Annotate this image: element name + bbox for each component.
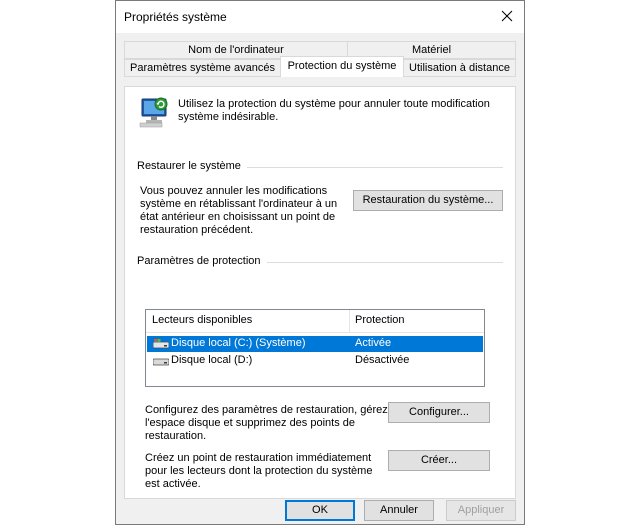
restore-description-line: restauration précédent. [140,224,254,236]
configure-description-line: restauration. [145,430,207,442]
tab-advanced-system-settings[interactable]: Paramètres système avancés [124,59,281,77]
restore-description: Vous pouvez annuler les modifications sy… [140,185,337,237]
configure-description-line: Configurez des paramètres de restauratio… [145,404,388,416]
configure-button[interactable]: Configurer... [388,402,490,423]
configure-description: Configurez des paramètres de restauratio… [145,404,388,443]
tab-label: Matériel [411,44,452,56]
system-drive-icon [153,339,169,349]
close-button[interactable] [494,4,520,28]
drive-name: Disque local (D:) [171,354,253,366]
restore-description-line: système en rétablissant l'ordinateur à u… [140,198,338,210]
window-title: Propriétés système [124,10,227,24]
system-restore-button[interactable]: Restauration du système... [353,190,503,211]
drives-listview[interactable]: Lecteurs disponibles Protection Disque l… [145,309,485,387]
system-properties-dialog: Propriétés système Nom de l'ordinateur M… [115,0,525,525]
column-header-protection[interactable]: Protection [355,314,405,326]
drive-protection-status: Activée [355,337,392,349]
tab-label: Paramètres système avancés [130,62,275,74]
configure-description-line: l'espace disque et supprimez des points … [145,417,356,429]
protection-group-label: Paramètres de protection [137,255,267,267]
drive-row-c[interactable]: Disque local (C:) (Système) Activée [147,336,483,352]
restore-description-line: état antérieur en choisissant un point d… [140,211,336,223]
restore-description-line: Vous pouvez annuler les modifications [140,185,328,197]
create-description-line: pour les lecteurs dont la protection du … [145,465,373,477]
cancel-button[interactable]: Annuler [364,500,434,521]
ok-button[interactable]: OK [285,500,355,521]
tab-label: Utilisation à distance [409,62,510,74]
tab-system-protection[interactable]: Protection du système [280,56,404,77]
drive-name: Disque local (C:) (Système) [171,337,306,349]
create-description-line: Créez un point de restauration immédiate… [145,452,372,464]
create-description: Créez un point de restauration immédiate… [145,452,372,491]
listview-header: Lecteurs disponibles Protection [146,310,484,333]
tab-label: Nom de l'ordinateur [188,44,284,56]
column-header-drives[interactable]: Lecteurs disponibles [152,314,252,326]
system-protection-panel: Utilisez la protection du système pour a… [124,86,516,499]
apply-button[interactable]: Appliquer [446,500,516,521]
tab-remote[interactable]: Utilisation à distance [403,59,516,77]
system-protection-icon [139,97,168,128]
intro-text-line: système indésirable. [178,111,279,123]
drive-row-d[interactable]: Disque local (D:) Désactivée [147,353,483,369]
column-separator [349,310,350,332]
intro-text: Utilisez la protection du système pour a… [178,98,490,124]
dialog-body: Nom de l'ordinateur Matériel Paramètres … [116,33,524,524]
tab-label: Protection du système [287,60,397,72]
drive-icon [153,358,169,366]
restore-group-label: Restaurer le système [137,160,247,172]
intro-text-line: Utilisez la protection du système pour a… [178,98,490,110]
create-button[interactable]: Créer... [388,450,490,471]
close-icon [501,10,513,22]
title-bar: Propriétés système [116,1,524,33]
create-description-line: est activée. [145,478,201,490]
drive-protection-status: Désactivée [355,354,410,366]
